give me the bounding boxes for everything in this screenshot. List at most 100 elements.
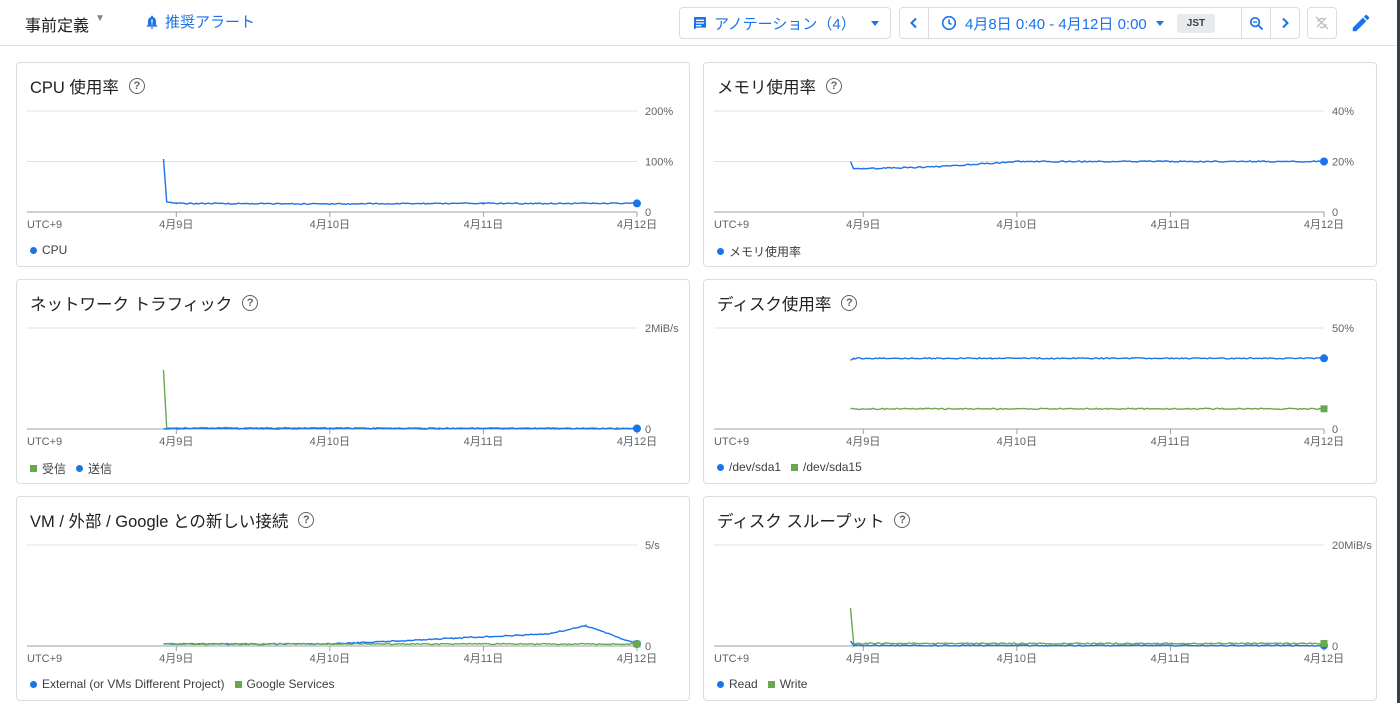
y-tick-label: 20MiB/s	[1332, 540, 1372, 552]
legend-swatch	[30, 465, 37, 472]
legend-swatch	[30, 680, 37, 688]
x-tick-label: 4月11日	[464, 436, 504, 448]
legend-label: 送信	[88, 462, 113, 476]
chart-legend: External (or VMs Different Project) Googl…	[30, 677, 335, 691]
x-tick-label: 4月12日	[1304, 219, 1344, 231]
x-tick-label: 4月10日	[997, 436, 1037, 448]
legend-item[interactable]: Read	[717, 677, 758, 691]
chart-plot[interactable]: 40% 20% 0 UTC+9 4月9日 4月10日 4月11日 4月12日	[704, 101, 1378, 243]
legend-item[interactable]: Write	[767, 677, 808, 691]
legend-swatch	[30, 246, 37, 254]
dashboard-toolbar: 事前定義 ▼ 推奨アラート アノテーション（4） 4月8日 0:40 - 4月1…	[0, 0, 1400, 46]
series-end-marker	[633, 199, 641, 208]
legend-label: Google Services	[246, 677, 335, 691]
x-tick-label: 4月12日	[1304, 653, 1344, 665]
y-tick-label: 0	[645, 641, 651, 653]
y-tick-label: 0	[645, 424, 651, 436]
chart-title-text: ディスク使用率	[717, 296, 832, 314]
timezone-label: UTC+9	[27, 653, 62, 665]
x-tick-label: 4月11日	[464, 219, 504, 231]
x-tick-label: 4月9日	[159, 436, 193, 448]
recommended-alerts-link[interactable]: 推奨アラート	[144, 11, 255, 32]
series-line	[162, 369, 638, 430]
y-tick-label: 100%	[645, 157, 673, 169]
x-tick-label: 4月12日	[617, 219, 657, 231]
legend-item[interactable]: /dev/sda15	[791, 460, 862, 474]
help-icon[interactable]: ?	[128, 78, 145, 94]
timezone-label: UTC+9	[714, 436, 749, 448]
series-line	[850, 356, 1325, 361]
legend-item[interactable]: CPU	[30, 243, 67, 257]
legend-item[interactable]: 受信	[30, 460, 66, 477]
sync-off-icon	[1315, 16, 1329, 30]
annotations-button[interactable]: アノテーション（4）	[679, 7, 891, 39]
time-forward-button[interactable]	[1271, 8, 1299, 38]
x-tick-label: 4月12日	[1304, 436, 1344, 448]
help-icon[interactable]: ?	[242, 295, 259, 311]
chart-plot[interactable]: 5/s 0 UTC+9 4月9日 4月10日 4月11日 4月12日	[17, 535, 691, 677]
x-tick-label: 4月12日	[617, 436, 657, 448]
chart-card-connections: VM / 外部 / Google との新しい接続? 5/s 0 UTC+9 4月9日 4…	[16, 496, 690, 701]
zoom-button[interactable]	[1242, 8, 1270, 38]
chart-title: ディスク使用率?	[717, 291, 858, 315]
dashboard-selector[interactable]: 事前定義	[25, 12, 89, 36]
legend-item[interactable]: メモリ使用率	[717, 243, 801, 260]
chart-title-text: CPU 使用率	[30, 79, 119, 97]
chart-title-text: VM / 外部 / Google との新しい接続	[30, 513, 289, 531]
chart-plot[interactable]: 2MiB/s 0 UTC+9 4月9日 4月10日 4月11日 4月12日	[17, 318, 691, 460]
series-line	[163, 427, 638, 430]
chevron-right-icon	[1282, 17, 1289, 29]
timezone-badge[interactable]: JST	[1176, 13, 1216, 33]
legend-item[interactable]: /dev/sda1	[717, 460, 781, 474]
chart-title: ネットワーク トラフィック?	[30, 291, 259, 315]
time-range-picker[interactable]: 4月8日 0:40 - 4月12日 0:00 JST	[929, 8, 1241, 38]
legend-swatch	[767, 680, 775, 688]
chart-title-text: メモリ使用率	[717, 79, 816, 97]
series-end-marker	[633, 424, 641, 433]
legend-label: メモリ使用率	[729, 245, 802, 259]
series-end-marker	[633, 640, 641, 648]
x-tick-label: 4月10日	[997, 219, 1037, 231]
x-tick-label: 4月12日	[617, 653, 657, 665]
bell-icon	[146, 15, 158, 29]
x-tick-label: 4月10日	[310, 653, 350, 665]
x-tick-label: 4月11日	[1151, 436, 1191, 448]
edit-dashboard-button[interactable]	[1350, 12, 1372, 34]
clock-icon	[941, 15, 957, 31]
legend-label: /dev/sda15	[803, 460, 862, 474]
legend-swatch	[717, 463, 724, 471]
legend-item[interactable]: External (or VMs Different Project)	[30, 677, 225, 691]
y-tick-label: 0	[1332, 207, 1338, 219]
time-back-button[interactable]	[900, 8, 928, 38]
x-tick-label: 4月9日	[846, 436, 880, 448]
help-icon[interactable]: ?	[826, 78, 842, 94]
help-icon[interactable]: ?	[841, 295, 858, 311]
help-icon[interactable]: ?	[894, 512, 911, 528]
time-range-control: 4月8日 0:40 - 4月12日 0:00 JST	[899, 7, 1300, 39]
chart-plot[interactable]: 50% 0 UTC+9 4月9日 4月10日 4月11日 4月12日	[704, 318, 1378, 460]
legend-item[interactable]: 送信	[76, 460, 112, 477]
chart-plot[interactable]: 20MiB/s 0 UTC+9 4月9日 4月10日 4月11日 4月12日	[704, 535, 1378, 677]
y-tick-label: 0	[645, 207, 651, 219]
caret-down-icon[interactable]: ▼	[95, 13, 105, 24]
chart-title: VM / 外部 / Google との新しい接続?	[30, 508, 315, 532]
legend-item[interactable]: Google Services	[234, 677, 335, 691]
x-tick-label: 4月9日	[846, 653, 880, 665]
x-tick-label: 4月11日	[1151, 653, 1191, 665]
legend-swatch	[717, 680, 724, 688]
chart-card-memory: メモリ使用率? 40% 20% 0 UTC+9 4月9日 4月10日 4月11日 4月12日 …	[703, 62, 1377, 267]
legend-swatch	[234, 680, 242, 688]
legend-swatch	[76, 465, 84, 472]
annotation-icon	[694, 17, 706, 30]
help-icon[interactable]: ?	[298, 512, 315, 528]
recommended-alerts-label: 推奨アラート	[165, 14, 256, 31]
sync-toggle-button[interactable]	[1307, 7, 1337, 39]
series-end-marker	[1320, 157, 1328, 166]
legend-label: Write	[779, 677, 808, 691]
time-range-label: 4月8日 0:40 - 4月12日 0:00	[965, 15, 1147, 33]
x-tick-label: 4月11日	[1151, 219, 1191, 231]
legend-label: CPU	[42, 243, 68, 257]
y-tick-label: 50%	[1332, 323, 1354, 335]
chart-plot[interactable]: 200% 100% 0 UTC+9 4月9日 4月10日 4月11日 4月12日	[17, 101, 691, 243]
y-tick-label: 0	[1332, 424, 1338, 436]
